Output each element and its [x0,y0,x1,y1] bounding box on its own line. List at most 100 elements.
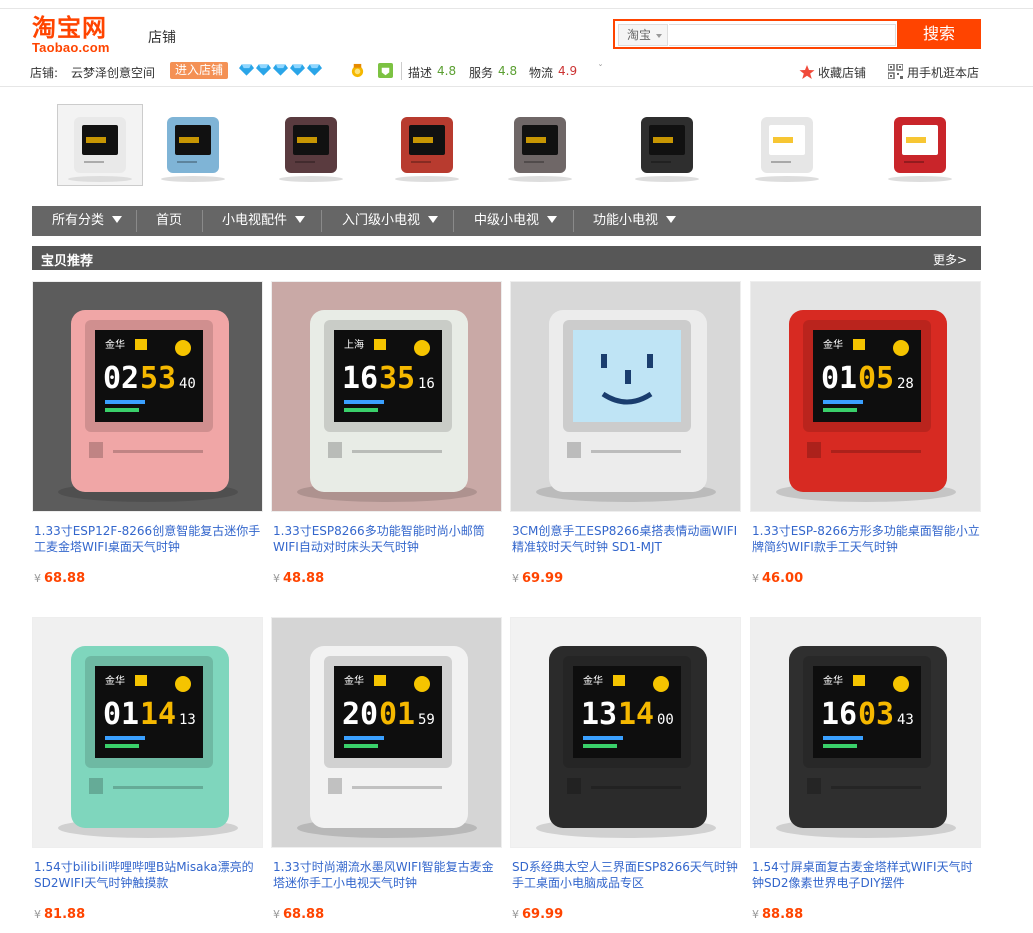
nav-item-accessories[interactable]: 小电视配件 [222,206,306,236]
search-input[interactable] [669,24,896,46]
product-card[interactable]: 3CM创意手工ESP8266桌搭表情动画WIFI精准较时天气时钟 SD1-MJT… [510,281,741,601]
price-value: 46.00 [762,571,804,586]
product-thumbnail[interactable] [385,105,469,185]
logo-domain: Taobao.com [32,40,110,55]
svg-text:13: 13 [581,697,617,732]
product-card[interactable]: 金华 16 03 43 1.54寸屏桌面复古麦金塔样式WIFI天气时钟SD2像素世界电子… [750,617,981,933]
product-title-link[interactable]: 1.33寸时尚潮流水墨风WIFI智能复古麦金塔迷你手工小电视天气时钟 [273,859,501,891]
product-card[interactable]: 金华 20 01 59 1.33寸时尚潮流水墨风WIFI智能复古麦金塔迷你手工小电视天气… [271,617,502,933]
clock-device-image [635,117,699,182]
nav-divider [202,210,203,232]
product-image[interactable]: 金华 02 53 40 [32,281,263,512]
gold-seller-badge-icon[interactable] [350,63,365,78]
product-image[interactable]: 金华 01 05 28 [750,281,981,512]
nav-item-label: 小电视配件 [222,213,288,228]
rating-desc-label: 描述 [408,66,433,80]
clock-device-image [888,117,952,182]
nav-item-label: 中级小电视 [474,213,540,228]
shop-category-nav: 所有分类 首页 小电视配件 入门级小电视 中级小电视 功能小电视 [32,206,981,236]
currency-symbol: ¥ [273,908,280,921]
shop-ratings [401,62,408,80]
product-card[interactable]: 金华 13 14 00 SD系经典太空人三界面ESP8266天气时钟手工桌面小电脑成品专… [510,617,741,933]
clock-device-photo [511,282,740,511]
price-value: 88.88 [762,907,804,922]
currency-symbol: ¥ [752,908,759,921]
product-image[interactable]: 金华 20 01 59 [271,617,502,848]
rating-service-value: 4.8 [498,64,518,78]
product-thumbnail[interactable] [269,105,353,185]
taobao-logo[interactable]: 淘宝网 Taobao.com [32,14,124,54]
clock-device-photo: 金华 01 05 28 [751,282,980,511]
section-title: 宝贝推荐 [41,254,94,269]
product-image[interactable]: 金华 01 14 13 [32,617,263,848]
product-title-link[interactable]: 1.33寸ESP-8266方形多功能桌面智能小立牌简约WIFI款手工天气时钟 [752,523,980,555]
star-icon[interactable] [799,64,815,80]
chevron-down-icon[interactable]: ˇ [598,64,603,75]
product-price: ¥88.88 [752,907,803,922]
clock-device-image [279,117,343,182]
product-card[interactable]: 金华 02 53 40 1.33寸ESP12F-8266创意智能复古迷你手工麦金塔WIF… [32,281,263,601]
dropdown-caret-icon [112,216,123,223]
consumer-protection-icon[interactable] [378,63,393,78]
product-thumbnail[interactable] [625,105,709,185]
more-link[interactable]: 更多> [933,251,967,268]
currency-symbol: ¥ [34,908,41,921]
product-title-link[interactable]: 1.54寸屏桌面复古麦金塔样式WIFI天气时钟SD2像素世界电子DIY摆件 [752,859,980,891]
shop-info-bar: 店铺: 云梦泽创意空间 进入店铺 描述 4.8 服务 4.8 物流 4.9 ˇ … [30,60,990,82]
nav-item-all-categories[interactable]: 所有分类 [52,206,123,236]
product-price: ¥69.99 [512,907,563,922]
search-scope-label: 淘宝 [627,28,652,42]
price-value: 68.88 [283,907,325,922]
svg-text:14: 14 [618,697,654,732]
product-price: ¥46.00 [752,571,803,586]
svg-text:43: 43 [897,712,914,728]
nav-item-entry-level[interactable]: 入门级小电视 [342,206,439,236]
seller-level-diamonds [239,64,322,76]
product-thumbnail[interactable] [151,105,235,185]
nav-item-label: 首页 [156,213,183,228]
product-card[interactable]: 上海 16 35 16 1.33寸ESP8266多功能智能时尚小邮筒WIFI自动对时床头… [271,281,502,601]
product-card[interactable]: 金华 01 14 13 1.54寸bilibili哔哩哔哩B站Misaka漂亮的SD2W… [32,617,263,933]
search-button[interactable]: 搜索 [897,19,981,49]
product-thumbnail[interactable] [498,105,582,185]
nav-item-functional[interactable]: 功能小电视 [593,206,677,236]
qr-code-icon[interactable] [888,64,903,79]
shop-name[interactable]: 云梦泽创意空间 [71,64,155,81]
product-image[interactable]: 金华 13 14 00 [510,617,741,848]
clock-device-photo: 金华 02 53 40 [33,282,262,511]
enter-shop-button[interactable]: 进入店铺 [170,62,229,79]
product-title-link[interactable]: SD系经典太空人三界面ESP8266天气时钟手工桌面小电脑成品专区 [512,859,740,891]
product-title-link[interactable]: 3CM创意手工ESP8266桌搭表情动画WIFI精准较时天气时钟 SD1-MJT [512,523,740,555]
product-title-link[interactable]: 1.33寸ESP8266多功能智能时尚小邮筒WIFI自动对时床头天气时钟 [273,523,501,555]
header-divider [0,86,1033,87]
mobile-shop-link[interactable]: 用手机逛本店 [907,64,979,81]
currency-symbol: ¥ [512,908,519,921]
svg-text:14: 14 [140,697,176,732]
favorite-shop-link[interactable]: 收藏店铺 [818,64,866,81]
nav-item-mid-level[interactable]: 中级小电视 [474,206,558,236]
svg-text:金华: 金华 [823,674,843,687]
nav-divider [136,210,137,232]
svg-text:16: 16 [342,361,378,396]
product-thumbnail[interactable] [878,105,962,185]
product-image[interactable]: 金华 16 03 43 [750,617,981,848]
product-thumbnail[interactable] [745,105,829,185]
diamond-icon [307,64,322,76]
dropdown-caret-icon [666,216,677,223]
product-image[interactable]: 上海 16 35 16 [271,281,502,512]
nav-item-label: 所有分类 [52,213,105,228]
product-price: ¥81.88 [34,907,85,922]
search-scope-select[interactable]: 淘宝 [618,24,668,46]
product-price: ¥68.88 [273,907,324,922]
svg-text:40: 40 [179,376,196,392]
product-card[interactable]: 金华 01 05 28 1.33寸ESP-8266方形多功能桌面智能小立牌简约WIFI款… [750,281,981,601]
svg-text:上海: 上海 [344,338,364,351]
rating-desc-value: 4.8 [437,64,457,78]
diamond-icon [256,64,271,76]
product-thumbnail[interactable] [57,104,143,186]
recommended-section-header: 宝贝推荐 更多> [32,246,981,270]
nav-item-home[interactable]: 首页 [156,206,182,236]
product-title-link[interactable]: 1.54寸bilibili哔哩哔哩B站Misaka漂亮的SD2WIFI天气时钟触… [34,859,262,891]
product-image[interactable] [510,281,741,512]
product-title-link[interactable]: 1.33寸ESP12F-8266创意智能复古迷你手工麦金塔WIFI桌面天气时钟 [34,523,262,555]
